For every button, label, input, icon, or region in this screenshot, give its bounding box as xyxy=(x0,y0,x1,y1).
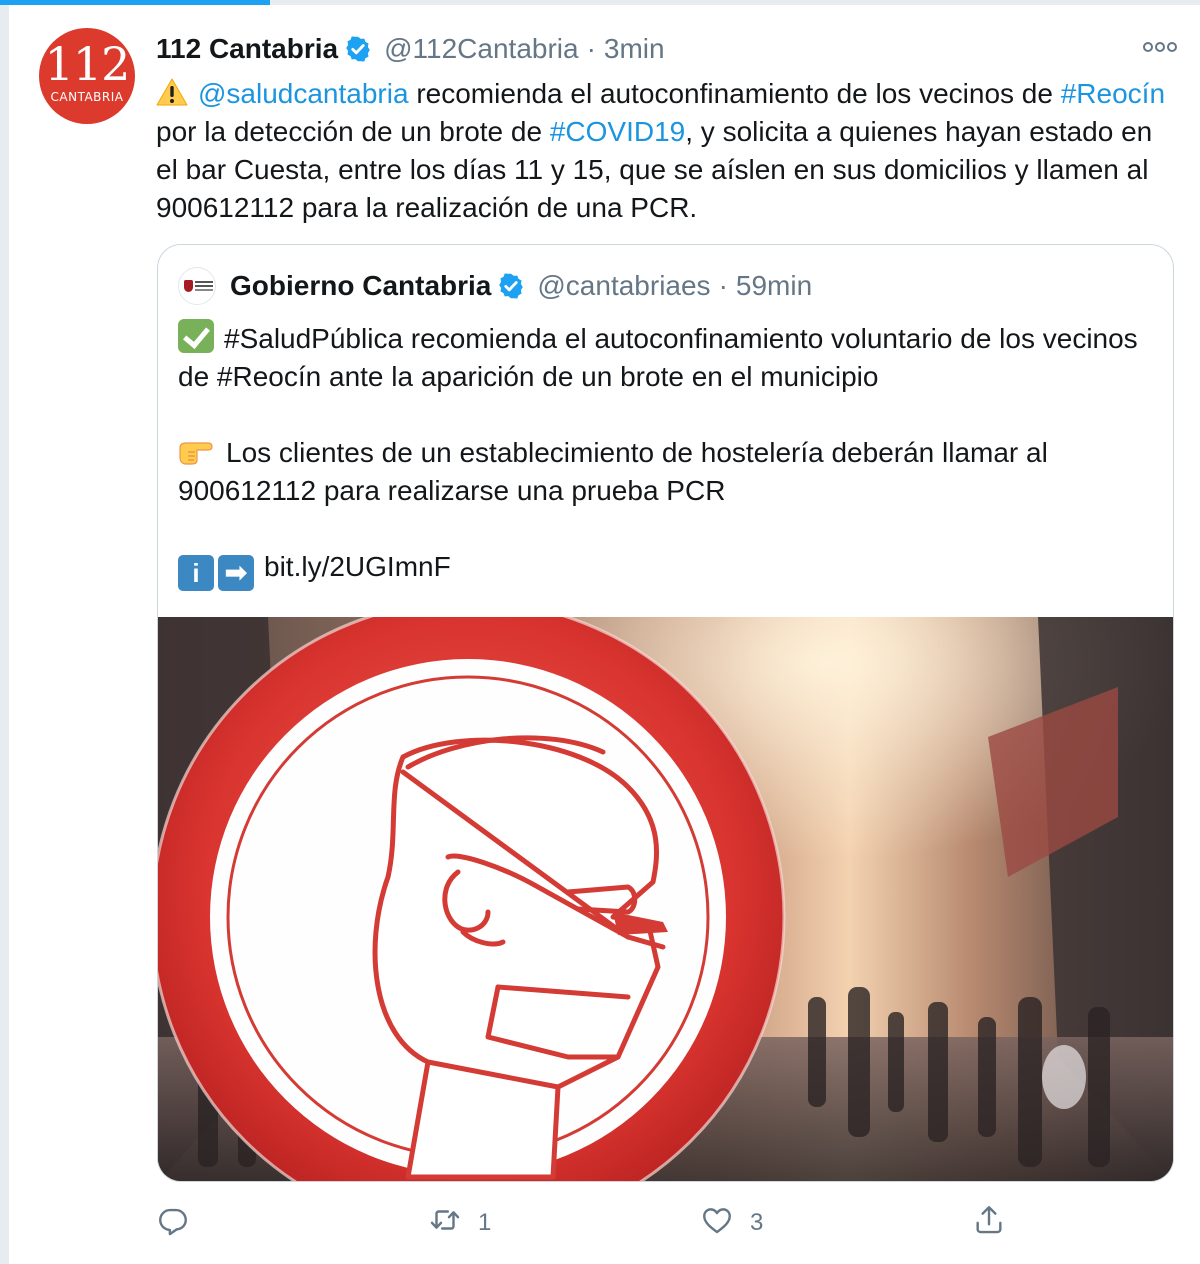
tweet-actions: 1 3 xyxy=(156,1200,1176,1246)
coat-of-arms-icon xyxy=(184,280,193,292)
like-count: 3 xyxy=(750,1209,764,1236)
verified-badge-icon xyxy=(497,272,525,300)
right-arrow-icon: ➡ xyxy=(218,555,254,591)
quoted-link[interactable]: bit.ly/2UGImnF xyxy=(264,551,451,582)
avatar-logo-number: 112 xyxy=(44,37,131,91)
quoted-tweet[interactable]: Gobierno Cantabria @cantabriaes · 59min … xyxy=(157,244,1174,1182)
like-icon xyxy=(700,1203,734,1244)
author-avatar[interactable]: 112 CANTABRIA xyxy=(39,28,135,124)
quoted-header-separator: · xyxy=(718,270,728,301)
share-button[interactable] xyxy=(972,1200,1022,1246)
tweet-header: 112 Cantabria @112Cantabria · 3min xyxy=(156,29,665,69)
logo-text-lines xyxy=(195,281,213,283)
share-icon xyxy=(972,1203,1006,1244)
quoted-paragraph-2: Los clientes de un establecimiento de ho… xyxy=(178,437,1048,506)
quoted-paragraph-1: #SaludPública recomienda el autoconfinam… xyxy=(178,323,1138,392)
information-icon: i xyxy=(178,555,214,591)
warning-icon xyxy=(156,78,188,106)
quoted-author-avatar[interactable] xyxy=(178,267,216,305)
retweet-button[interactable]: 1 xyxy=(428,1200,491,1246)
verified-badge-icon xyxy=(344,35,372,63)
pointing-hand-icon xyxy=(178,436,214,466)
tweet-text: @saludcantabria recomienda el autoconfin… xyxy=(156,75,1176,227)
author-name[interactable]: 112 Cantabria xyxy=(156,33,338,65)
quoted-tweet-header: Gobierno Cantabria @cantabriaes · 59min xyxy=(178,267,812,305)
mention-link[interactable]: @saludcantabria xyxy=(198,78,409,109)
tweet[interactable]: 112 CANTABRIA 112 Cantabria @112Cantabri… xyxy=(8,5,1200,1264)
quoted-tweet-timestamp[interactable]: 59min xyxy=(736,270,812,302)
reply-button[interactable] xyxy=(156,1200,206,1246)
more-icon[interactable] xyxy=(1142,35,1178,59)
hashtag-link-reocin[interactable]: #Reocín xyxy=(1061,78,1165,109)
no-mask-sign-photo xyxy=(158,617,1173,1181)
retweet-count: 1 xyxy=(478,1209,492,1236)
check-mark-icon xyxy=(178,319,214,353)
header-separator: · xyxy=(586,33,596,64)
reply-icon xyxy=(156,1203,190,1244)
retweet-icon xyxy=(428,1203,462,1244)
tweet-text-part-2: por la detección de un brote de xyxy=(156,116,550,147)
quoted-author-name[interactable]: Gobierno Cantabria xyxy=(230,270,491,302)
hashtag-link-covid19[interactable]: #COVID19 xyxy=(550,116,685,147)
author-handle[interactable]: @112Cantabria xyxy=(384,33,578,65)
avatar-logo-label: CANTABRIA xyxy=(50,90,124,104)
tweet-text-part-1: recomienda el autoconfinamiento de los v… xyxy=(408,78,1061,109)
quoted-tweet-image[interactable] xyxy=(158,617,1173,1181)
quoted-author-handle[interactable]: @cantabriaes xyxy=(537,270,710,302)
tweet-timestamp[interactable]: 3min xyxy=(604,33,665,65)
like-button[interactable]: 3 xyxy=(700,1200,763,1246)
quoted-tweet-text: #SaludPública recomienda el autoconfinam… xyxy=(178,319,1158,591)
